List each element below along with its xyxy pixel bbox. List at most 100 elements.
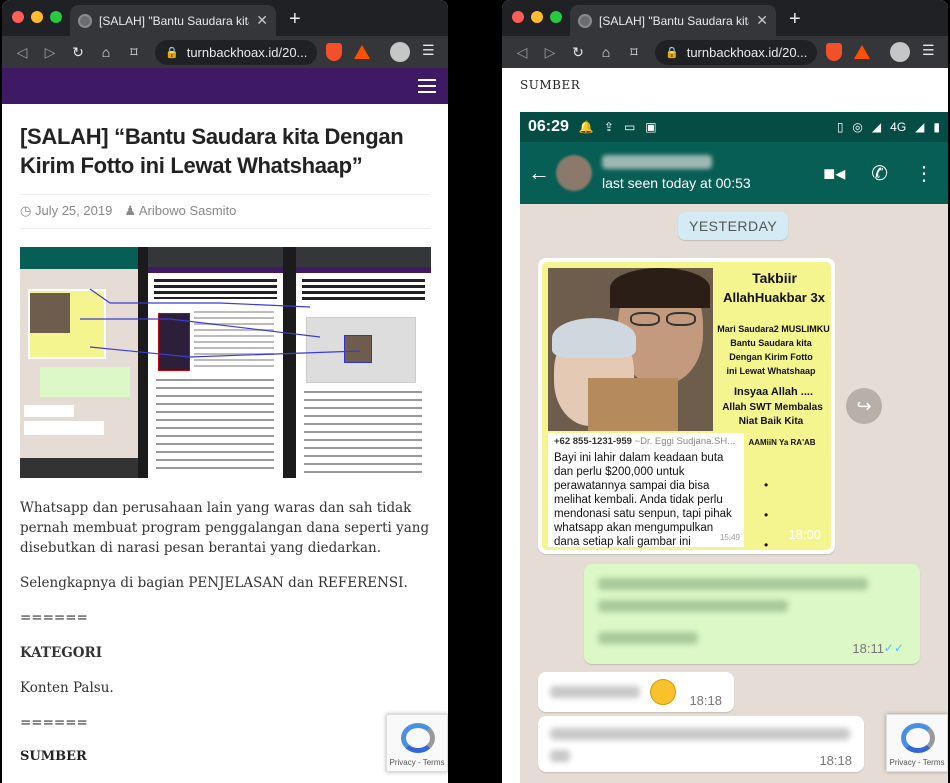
minimize-window-button[interactable]	[531, 11, 543, 23]
bookmark-icon[interactable]: ⌑	[120, 44, 148, 61]
back-icon[interactable]: ◁	[8, 44, 36, 61]
url-text: turnbackhoax.id/20...	[186, 45, 308, 60]
video-call-icon[interactable]: ■◂	[823, 161, 845, 186]
article: [SALAH] “Bantu Saudara kita Dengan Kirim…	[2, 104, 448, 764]
poster-line-3: Mari Saudara2 MUSLIMKU	[717, 324, 830, 334]
hamburger-menu-icon[interactable]	[418, 79, 436, 97]
whatsapp-chat-header: ← last seen today at 00:53 ■◂ ✆ ⋮	[520, 142, 948, 204]
poster-line-5: Dengan Kirim Fotto	[729, 352, 813, 362]
recaptcha-icon	[401, 723, 435, 753]
brave-shield-icon[interactable]	[326, 43, 342, 61]
home-icon[interactable]: ⌂	[92, 44, 120, 60]
brave-shield-icon[interactable]	[826, 43, 842, 61]
minimize-window-button[interactable]	[31, 11, 43, 23]
poster-line-10: AAMiiN Ya RA'AB	[748, 438, 816, 447]
close-tab-icon[interactable]: ✕	[256, 12, 268, 29]
kategori-heading: KATEGORI	[20, 645, 103, 661]
phone-call-icon[interactable]: ✆	[871, 161, 888, 186]
poster-line-4: Bantu Saudara kita	[730, 338, 812, 348]
signal-icon-2: ◢	[915, 120, 925, 134]
close-window-button[interactable]	[12, 11, 24, 23]
sumber-label: SUMBER	[520, 78, 581, 92]
poster-title-1: Takbiir	[752, 270, 797, 286]
window-controls	[12, 11, 62, 23]
contact-name-blurred	[602, 155, 712, 169]
network-type: 4G	[890, 120, 907, 134]
profile-avatar[interactable]	[890, 42, 910, 62]
last-seen: last seen today at 00:53	[602, 175, 751, 191]
reload-icon[interactable]: ↻	[564, 44, 592, 61]
address-bar[interactable]: 🔒 turnbackhoax.id/20...	[155, 40, 317, 65]
contact-info[interactable]: last seen today at 00:53	[602, 155, 751, 191]
maximize-window-button[interactable]	[550, 11, 562, 23]
contact-avatar[interactable]	[556, 155, 592, 191]
date-divider: YESTERDAY	[678, 212, 789, 240]
outgoing-message-blurred[interactable]: 18:11 ✓✓	[584, 564, 920, 664]
forward-share-icon[interactable]: ↪	[846, 388, 882, 424]
separator-1: ======	[20, 610, 88, 626]
screen-icon: ▭	[623, 120, 636, 134]
recaptcha-label[interactable]: Privacy - Terms	[887, 758, 947, 767]
profile-avatar[interactable]	[390, 42, 410, 62]
bell-icon: 🔔	[578, 120, 594, 134]
address-bar[interactable]: 🔒 turnbackhoax.id/20...	[655, 40, 817, 65]
incoming-message-2[interactable]: 18:18	[538, 716, 864, 772]
reload-icon[interactable]: ↻	[64, 44, 92, 61]
sumber-heading: SUMBER	[20, 749, 87, 764]
tab-bar: [SALAH] "Bantu Saudara kita De ✕ +	[502, 0, 948, 36]
sender-phone: +62 855-1231-959	[554, 436, 632, 447]
lock-icon: 🔒	[665, 47, 679, 59]
more-options-icon[interactable]: ⋮	[914, 161, 934, 186]
post-author[interactable]: ♟ Aribowo Sasmito	[124, 203, 236, 219]
image-time: 18:00	[788, 527, 821, 542]
maximize-window-button[interactable]	[50, 11, 62, 23]
brave-rewards-icon[interactable]	[854, 45, 870, 59]
recaptcha-badge[interactable]: Privacy - Terms	[886, 714, 948, 772]
window-controls	[512, 11, 562, 23]
back-icon[interactable]: ◁	[508, 44, 536, 61]
recaptcha-label[interactable]: Privacy - Terms	[387, 758, 447, 767]
forward-icon[interactable]: ▷	[536, 44, 564, 61]
close-tab-icon[interactable]: ✕	[756, 12, 768, 29]
back-arrow-icon[interactable]: ←	[528, 160, 550, 186]
forwarded-caption: +62 855-1231-959 ~Dr. Eggi Sudjana.SH...…	[548, 433, 744, 548]
forwarded-image-message[interactable]: Takbiir AllahHuakbar 3x Mari Saudara2 MU…	[538, 258, 835, 554]
paragraph-2: Selengkapnya di bagian PENJELASAN dan RE…	[20, 575, 408, 591]
site-header	[2, 68, 448, 104]
outgoing-time: 18:11	[852, 641, 884, 656]
tab-title: [SALAH] "Bantu Saudara kita De	[99, 13, 249, 28]
home-icon[interactable]: ⌂	[592, 44, 620, 60]
browser-toolbar: ◁ ▷ ↻ ⌂ ⌑ 🔒 turnbackhoax.id/20... ☰	[502, 36, 948, 68]
tab-title: [SALAH] "Bantu Saudara kita De	[599, 13, 749, 28]
recaptcha-icon	[901, 723, 935, 753]
inner-time: 15:49	[719, 533, 740, 542]
sender-name: ~Dr. Eggi Sudjana.SH...	[634, 436, 736, 447]
read-ticks-icon: ✓✓	[883, 641, 904, 655]
status-time: 06:29	[528, 118, 569, 135]
menu-icon[interactable]: ☰	[422, 42, 435, 59]
poster-line-7: Insyaa Allah ....	[733, 386, 814, 398]
poster-line-6: ini Lewat Whatshaap	[726, 366, 816, 376]
browser-toolbar: ◁ ▷ ↻ ⌂ ⌑ 🔒 turnbackhoax.id/20... ☰	[2, 36, 448, 68]
bookmark-icon[interactable]: ⌑	[620, 44, 648, 61]
featured-image[interactable]	[20, 247, 431, 478]
browser-window-right: [SALAH] "Bantu Saudara kita De ✕ + ◁ ▷ ↻…	[502, 0, 948, 783]
separator-2: ======	[20, 715, 88, 731]
post-title: [SALAH] “Bantu Saudara kita Dengan Kirim…	[20, 124, 404, 178]
whatsapp-screenshot[interactable]: 06:29 🔔 ⇪ ▭ ▣ ▯ ◎ ◢ 4G ◢ ▮ ← last seen t…	[520, 112, 948, 783]
tab-active[interactable]: [SALAH] "Bantu Saudara kita De ✕	[70, 5, 276, 36]
brave-rewards-icon[interactable]	[354, 45, 370, 59]
menu-icon[interactable]: ☰	[922, 42, 935, 59]
laughing-emoji-icon	[650, 679, 676, 705]
browser-window-left: [SALAH] "Bantu Saudara kita De ✕ + ◁ ▷ ↻…	[2, 0, 448, 783]
globe-icon	[578, 13, 592, 28]
article-body: Whatsapp dan perusahaan lain yang waras …	[20, 498, 430, 733]
new-tab-button[interactable]: +	[789, 8, 801, 31]
tab-active[interactable]: [SALAH] "Bantu Saudara kita De ✕	[570, 5, 776, 36]
incoming-message-1[interactable]: 18:18	[538, 672, 734, 712]
post-date[interactable]: ◷ July 25, 2019	[20, 203, 112, 219]
new-tab-button[interactable]: +	[289, 8, 301, 31]
forward-icon[interactable]: ▷	[36, 44, 64, 61]
close-window-button[interactable]	[512, 11, 524, 23]
recaptcha-badge[interactable]: Privacy - Terms	[386, 714, 448, 772]
